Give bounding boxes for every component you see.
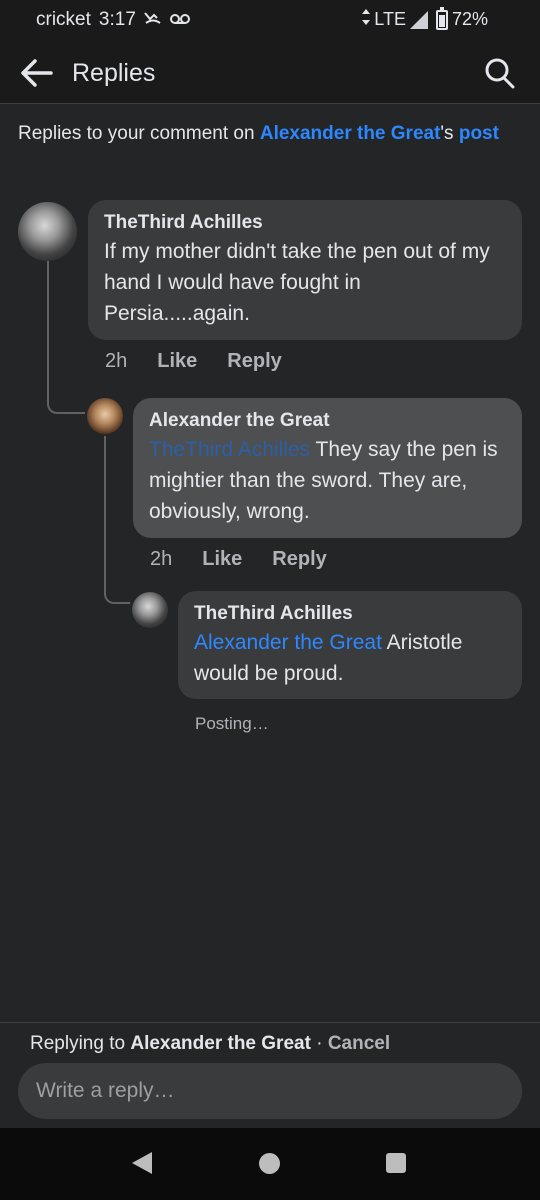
clock: 3:17 bbox=[98, 9, 136, 30]
comment-time: 2h bbox=[105, 350, 128, 372]
carrier-label: cricket bbox=[36, 9, 91, 30]
status-left: cricket 3:17 bbox=[36, 9, 190, 31]
signal-icon bbox=[409, 10, 428, 29]
intro-text: Replies to your comment on Alexander the… bbox=[18, 120, 518, 147]
comment-bubble[interactable]: Alexander the Great TheThird Achilles Th… bbox=[133, 398, 522, 538]
reply-button[interactable]: Reply bbox=[227, 350, 281, 373]
like-button[interactable]: Like bbox=[157, 350, 197, 373]
comment-author[interactable]: TheThird Achilles bbox=[194, 601, 506, 627]
page-title: Replies bbox=[72, 59, 156, 87]
system-nav-bar bbox=[0, 1128, 540, 1200]
missed-call-icon bbox=[144, 9, 162, 31]
battery-icon bbox=[435, 6, 448, 30]
triangle-back-icon[interactable] bbox=[132, 1152, 152, 1174]
comment-text: If my mother didn't take the pen out of … bbox=[104, 240, 490, 325]
replying-prefix: Replying to bbox=[30, 1033, 131, 1054]
like-button[interactable]: Like bbox=[202, 548, 242, 571]
search-button[interactable] bbox=[484, 56, 516, 90]
avatar[interactable] bbox=[132, 592, 168, 628]
comment-text: Alexander the Great Aristotle would be p… bbox=[194, 627, 506, 689]
voicemail-icon bbox=[169, 9, 190, 31]
comment-author[interactable]: TheThird Achilles bbox=[104, 210, 506, 236]
separator: · bbox=[310, 1033, 328, 1054]
reply-composer: Replying to Alexander the Great · Cancel bbox=[0, 1022, 540, 1128]
avatar[interactable] bbox=[18, 202, 77, 261]
status-right: LTE 72% bbox=[362, 6, 488, 30]
thread-connector bbox=[104, 436, 130, 604]
back-button[interactable] bbox=[18, 56, 54, 90]
comment-bubble[interactable]: TheThird Achilles Alexander the Great Ar… bbox=[178, 591, 522, 699]
posting-status: Posting… bbox=[195, 714, 269, 733]
reply-button[interactable]: Reply bbox=[272, 548, 326, 571]
replying-to-bar: Replying to Alexander the Great · Cancel bbox=[30, 1033, 390, 1055]
cancel-button[interactable]: Cancel bbox=[328, 1033, 390, 1054]
search-icon bbox=[485, 58, 515, 89]
comment-author[interactable]: Alexander the Great bbox=[149, 408, 506, 434]
author-link[interactable]: Alexander the Great bbox=[260, 123, 441, 144]
arrow-left-icon bbox=[21, 59, 53, 87]
avatar[interactable] bbox=[87, 398, 123, 434]
comment-actions: 2h Like Reply bbox=[105, 350, 282, 373]
intro-suffix: 's bbox=[440, 123, 454, 144]
comment-actions: 2h Like Reply bbox=[150, 548, 327, 571]
intro-prefix: Replies to your comment on bbox=[18, 123, 260, 144]
data-arrows-icon bbox=[362, 9, 371, 30]
reply-input[interactable] bbox=[18, 1063, 522, 1119]
replying-to-name: Alexander the Great bbox=[130, 1033, 311, 1054]
post-link[interactable]: post bbox=[459, 123, 499, 144]
comment-time: 2h bbox=[150, 548, 173, 570]
square-recents-icon[interactable] bbox=[386, 1153, 406, 1173]
circle-home-icon[interactable] bbox=[259, 1153, 280, 1174]
replies-content: Replies to your comment on Alexander the… bbox=[0, 104, 540, 1022]
mention-link[interactable]: TheThird Achilles bbox=[149, 438, 310, 461]
app-header: Replies bbox=[0, 42, 540, 104]
comment-text: TheThird Achilles They say the pen is mi… bbox=[149, 434, 506, 527]
comment-bubble[interactable]: TheThird Achilles If my mother didn't ta… bbox=[88, 200, 522, 340]
status-bar: cricket 3:17 LTE 72% bbox=[0, 0, 540, 42]
battery-percent: 72% bbox=[451, 9, 488, 29]
mention-link[interactable]: Alexander the Great bbox=[194, 631, 382, 654]
network-type: LTE bbox=[374, 9, 406, 29]
thread-connector bbox=[47, 260, 85, 414]
